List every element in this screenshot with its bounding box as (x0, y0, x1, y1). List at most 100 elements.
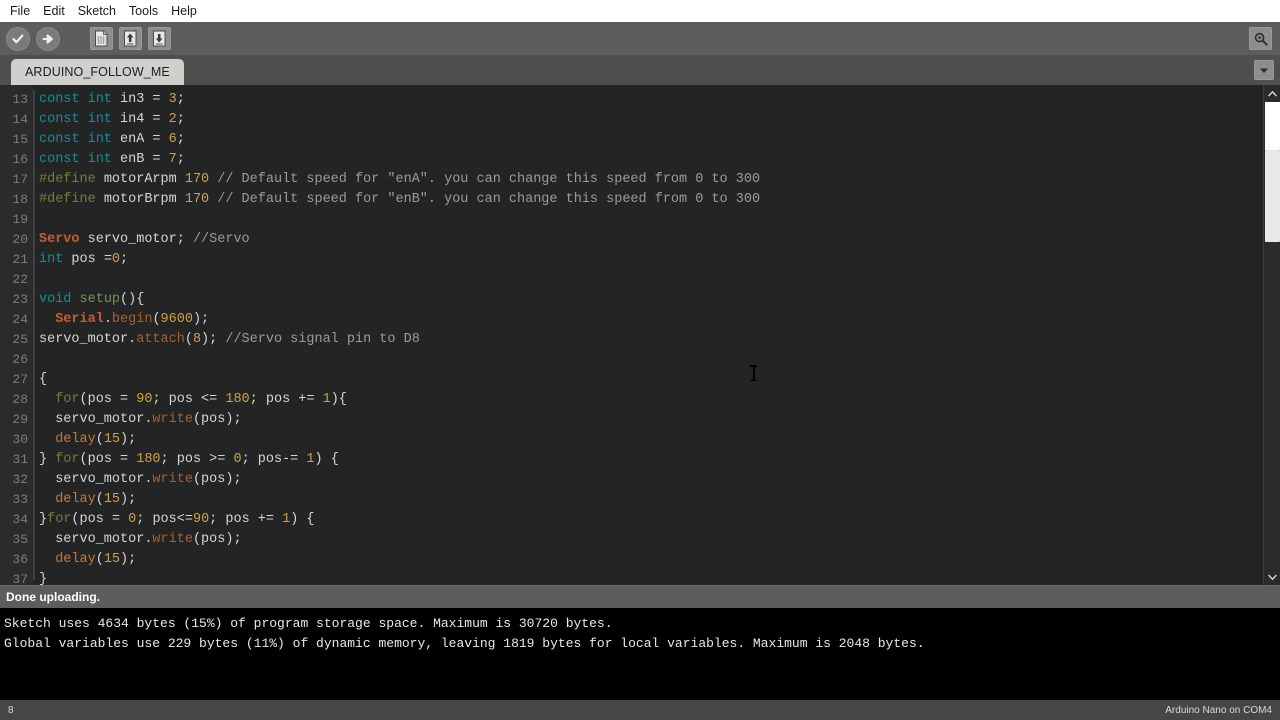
line-number: 26 (12, 352, 28, 367)
line-number: 19 (12, 212, 28, 227)
code-line[interactable]: void setup(){ (39, 290, 1263, 310)
console-output[interactable]: Sketch uses 4634 bytes (15%) of program … (0, 608, 1280, 700)
code-token: servo_motor. (39, 472, 153, 487)
code-line[interactable]: }for(pos = 0; pos<=90; pos += 1) { (39, 510, 1263, 530)
code-token: ; (176, 152, 185, 167)
code-line[interactable]: const int in4 = 2; (39, 110, 1263, 130)
code-line[interactable]: } for(pos = 180; pos >= 0; pos-= 1) { (39, 450, 1263, 470)
code-token: Servo (39, 232, 80, 247)
code-line[interactable]: const int in3 = 3; (39, 90, 1263, 110)
menu-edit[interactable]: Edit (37, 1, 71, 21)
code-token: 1 (282, 512, 291, 527)
tab-bar: ARDUINO_FOLLOW_ME (0, 56, 1280, 85)
editor-vertical-scrollbar[interactable] (1263, 85, 1280, 585)
code-token: ); (192, 312, 210, 327)
code-line[interactable]: const int enA = 6; (39, 130, 1263, 150)
verify-icon (12, 34, 24, 43)
code-line[interactable]: for(pos = 90; pos <= 180; pos += 1){ (39, 390, 1263, 410)
code-token: motorArpm (95, 172, 185, 187)
code-token: 180 (136, 452, 161, 467)
code-line[interactable]: delay(15); (39, 430, 1263, 450)
menu-sketch[interactable]: Sketch (72, 1, 122, 21)
verify-button[interactable] (6, 26, 30, 51)
code-token: } (39, 572, 48, 585)
code-token: for (55, 452, 80, 467)
serial-monitor-button[interactable] (1249, 27, 1272, 50)
code-token: delay (55, 432, 96, 447)
code-token: ( (152, 312, 161, 327)
code-token: 8 (192, 332, 202, 347)
line-number: 31 (12, 452, 28, 467)
board-port-info: Arduino Nano on COM4 (1165, 704, 1272, 716)
code-token: #define (39, 172, 96, 187)
console-line: Global variables use 229 bytes (11%) of … (4, 636, 925, 651)
menu-file[interactable]: File (4, 1, 36, 21)
code-token: void (39, 292, 72, 307)
cursor-line-number: 8 (8, 704, 14, 716)
save-sketch-button[interactable] (148, 27, 171, 50)
line-number: 18 (12, 192, 28, 207)
tab-menu-button[interactable] (1254, 60, 1274, 80)
code-line[interactable]: delay(15); (39, 550, 1263, 570)
code-line[interactable]: { (39, 370, 1263, 390)
code-token: for (47, 512, 72, 527)
code-line[interactable]: delay(15); (39, 490, 1263, 510)
line-number: 24 (12, 312, 28, 327)
line-number: 33 (12, 492, 28, 507)
open-sketch-button[interactable] (119, 27, 142, 50)
code-token: 0 (111, 252, 121, 267)
tab-arduino-follow-me[interactable]: ARDUINO_FOLLOW_ME (11, 59, 184, 85)
scrollbar-track[interactable] (1263, 102, 1280, 568)
status-bar: 8 Arduino Nano on COM4 (0, 700, 1280, 720)
code-token: servo_motor. (39, 412, 153, 427)
code-token: (pos); (192, 472, 242, 487)
code-token: ; (176, 112, 185, 127)
scroll-down-arrow-icon[interactable] (1263, 568, 1280, 585)
code-line[interactable]: int pos =0; (39, 250, 1263, 270)
code-token: 1 (322, 392, 331, 407)
code-line[interactable]: servo_motor.write(pos); (39, 530, 1263, 550)
code-token: ; (176, 132, 185, 147)
code-token: 2 (168, 112, 177, 127)
code-token: ; pos-= (241, 452, 307, 467)
code-token: { (39, 372, 48, 387)
code-token: ); (120, 552, 137, 567)
code-line[interactable]: Serial.begin(9600); (39, 310, 1263, 330)
upload-button[interactable] (36, 26, 60, 51)
code-token: Serial (55, 312, 104, 327)
code-line[interactable]: servo_motor.write(pos); (39, 410, 1263, 430)
scrollbar-upper-region[interactable] (1264, 102, 1280, 150)
code-content[interactable]: const int in3 = 3; const int in4 = 2; cons… (35, 85, 1263, 585)
code-line[interactable]: #define motorArpm 170 // Default speed f… (39, 170, 1263, 190)
code-token: enA = (120, 132, 169, 147)
menu-help[interactable]: Help (165, 1, 203, 21)
code-token: ) { (290, 512, 315, 527)
line-number: 37 (12, 572, 28, 585)
scroll-up-arrow-icon[interactable] (1263, 85, 1280, 102)
code-token: motorBrpm (95, 192, 185, 207)
code-line[interactable]: #define motorBrpm 170 // Default speed f… (39, 190, 1263, 210)
open-up-arrow-icon (124, 30, 137, 47)
menu-tools[interactable]: Tools (123, 1, 164, 21)
code-token: ; (176, 92, 185, 107)
code-line[interactable]: servo_motor.attach(8); //Servo signal pi… (39, 330, 1263, 350)
code-line[interactable]: const int enB = 7; (39, 150, 1263, 170)
code-token: const int (39, 132, 121, 147)
console-line: Sketch uses 4634 bytes (15%) of program … (4, 616, 613, 631)
code-line[interactable] (39, 350, 1263, 370)
new-sketch-icon (95, 30, 108, 47)
code-line[interactable] (39, 270, 1263, 290)
code-token: ){ (330, 392, 347, 407)
code-line[interactable]: servo_motor.write(pos); (39, 470, 1263, 490)
line-number: 21 (12, 252, 28, 267)
new-sketch-button[interactable] (90, 27, 113, 50)
code-token: 15 (103, 552, 121, 567)
code-editor[interactable]: 13 14 15 16 17 18 19 20 21 22 23 24 25 26 27 28 29 30 31 32… (0, 85, 1280, 585)
code-token: 6 (168, 132, 177, 147)
scrollbar-thumb[interactable] (1264, 150, 1280, 242)
code-line[interactable]: Servo servo_motor; //Servo (39, 230, 1263, 250)
code-line[interactable] (39, 210, 1263, 230)
code-line[interactable]: } (39, 570, 1263, 585)
